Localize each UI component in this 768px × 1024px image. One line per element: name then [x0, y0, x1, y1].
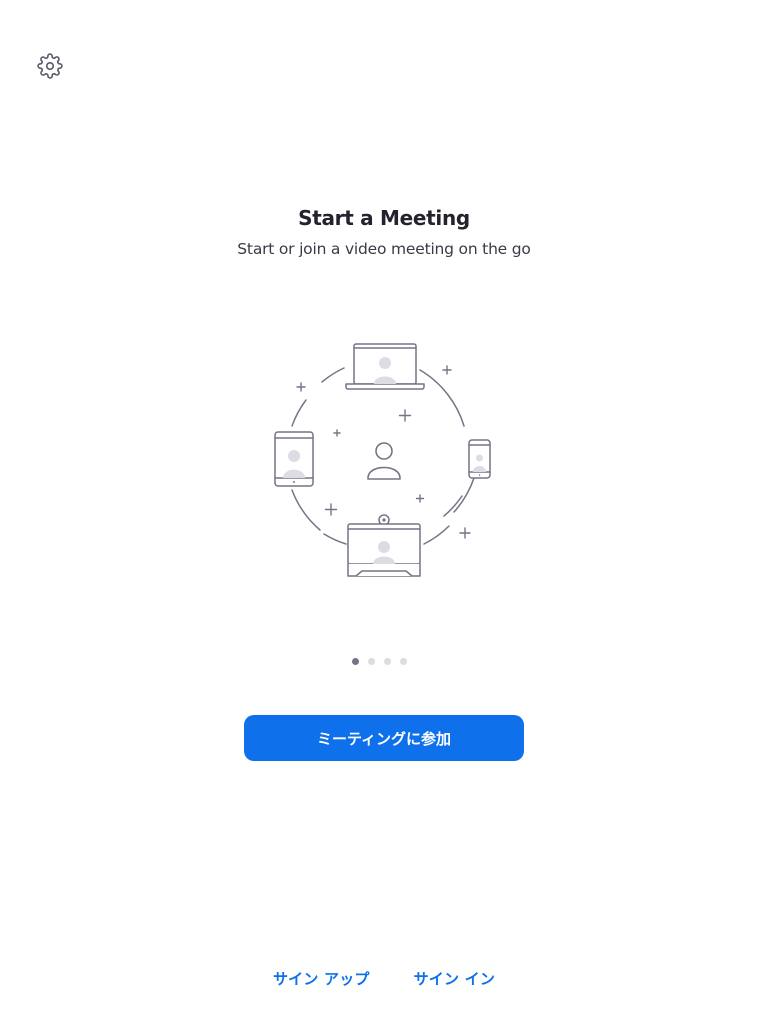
person-icon: [367, 442, 401, 480]
phone-icon: [468, 439, 491, 479]
sign-in-link[interactable]: サイン イン: [414, 968, 495, 989]
gear-icon: [37, 53, 63, 79]
page-subtitle: Start or join a video meeting on the go: [237, 240, 531, 258]
page-dot-3: [384, 657, 391, 665]
page-dot-2: [368, 657, 375, 665]
page-dot-4: [400, 657, 407, 665]
sign-up-link[interactable]: サイン アップ: [273, 968, 370, 989]
page-dot-1: [352, 657, 359, 665]
meeting-devices-illustration: [274, 343, 491, 577]
settings-button[interactable]: [36, 52, 64, 80]
laptop-icon: [345, 343, 425, 390]
tablet-icon: [274, 431, 314, 487]
page-title: Start a Meeting: [298, 206, 470, 230]
room-system-icon: [347, 514, 421, 577]
start-meeting-screen: Start a Meeting Start or join a video me…: [0, 0, 768, 1024]
page-indicator: [352, 656, 416, 666]
join-meeting-button[interactable]: ミーティングに参加: [244, 715, 524, 761]
account-links: サイン アップ サイン イン: [0, 968, 768, 989]
